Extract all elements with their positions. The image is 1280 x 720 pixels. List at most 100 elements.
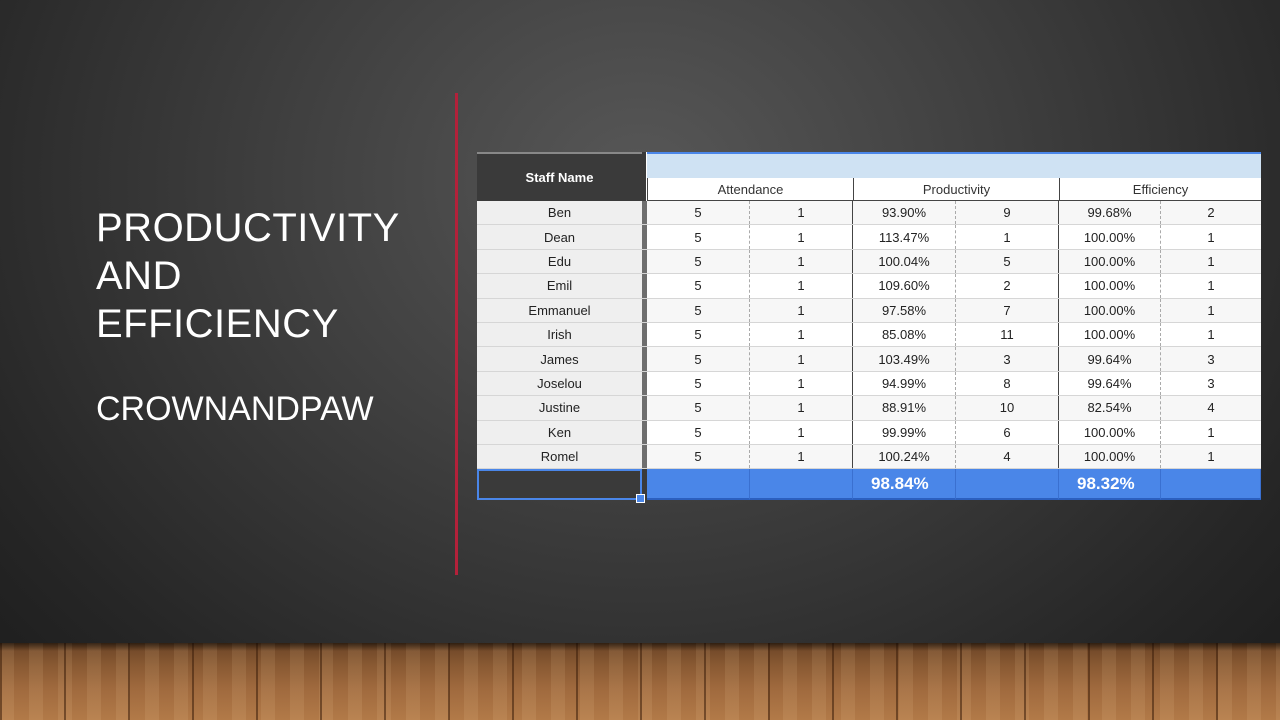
fill-handle[interactable] [636, 494, 645, 503]
attendance-rank-cell: 1 [750, 396, 853, 420]
attendance-rank-cell: 1 [750, 322, 853, 347]
table-row: Ben 5 1 93.90% 9 99.68% 2 [477, 201, 1261, 226]
staff-name-cell: James [477, 347, 647, 371]
productivity-rank-cell: 10 [956, 396, 1059, 420]
productivity-rank-cell: 3 [956, 347, 1059, 371]
productivity-cell: 103.49% [853, 347, 956, 371]
efficiency-rank-cell: 3 [1161, 347, 1261, 371]
total-productivity: 98.84% [853, 469, 956, 500]
productivity-rank-cell: 8 [956, 371, 1059, 396]
efficiency-cell: 100.00% [1059, 420, 1161, 444]
totals-row: 98.84% 98.32% [477, 469, 1261, 503]
efficiency-header: Efficiency [1059, 178, 1261, 201]
staff-name-cell: Emmanuel [477, 298, 647, 322]
selected-cell[interactable] [477, 469, 645, 503]
productivity-cell: 97.58% [853, 298, 956, 322]
staff-name-cell: Emil [477, 274, 647, 298]
staff-name-cell: Ben [477, 201, 647, 225]
total-prod-rank [956, 469, 1059, 500]
attendance-rank-cell: 1 [750, 249, 853, 274]
productivity-header: Productivity [853, 178, 1059, 201]
staff-name-cell: Irish [477, 322, 647, 347]
productivity-rank-cell: 9 [956, 201, 1059, 225]
staff-name-cell: Romel [477, 444, 647, 469]
attendance-cell: 5 [647, 225, 750, 249]
group-header-row: Attendance Productivity Efficiency [647, 178, 1261, 201]
staff-name-header: Staff Name [477, 152, 642, 201]
productivity-rank-cell: 4 [956, 444, 1059, 469]
attendance-rank-cell: 1 [750, 420, 853, 444]
attendance-cell: 5 [647, 274, 750, 298]
efficiency-rank-cell: 4 [1161, 396, 1261, 420]
efficiency-rank-cell: 1 [1207, 278, 1215, 294]
productivity-rank-cell: 11 [956, 322, 1059, 347]
efficiency-cell: 99.64% [1059, 371, 1161, 396]
efficiency-rank-cell: 1 [1207, 229, 1215, 245]
attendance-rank-cell: 1 [750, 444, 853, 469]
attendance-cell: 5 [647, 444, 750, 469]
efficiency-rank-cell: 1 [1161, 444, 1261, 469]
staff-name-cell: Edu [477, 249, 647, 274]
attendance-cell: 5 [647, 396, 750, 420]
table-row: Emil 5 1 109.60% 2 100.00% 1 [477, 274, 1261, 299]
productivity-rank-cell: 5 [956, 249, 1059, 274]
table-row: James 5 1 103.49% 3 99.64% 3 [477, 347, 1261, 372]
table-row: Justine 5 1 88.91% 10 82.54% 4 [477, 396, 1261, 421]
attendance-rank-cell: 1 [750, 225, 853, 249]
efficiency-cell: 99.68% [1059, 201, 1161, 225]
slide-subtitle: CROWNANDPAW [96, 390, 374, 428]
total-efficiency: 98.32% [1059, 469, 1161, 500]
efficiency-cell: 100.00% [1059, 444, 1161, 469]
productivity-cell: 100.04% [853, 249, 956, 274]
attendance-rank-cell: 1 [750, 371, 853, 396]
table-row: Emmanuel 5 1 97.58% 7 100.00% 1 [477, 298, 1261, 323]
attendance-cell: 5 [647, 298, 750, 322]
table-body: Ben 5 1 93.90% 9 99.68% 2 Dean 5 1 113.47% 1 100.00%… [477, 201, 1261, 470]
attendance-cell: 5 [647, 420, 750, 444]
productivity-cell: 113.47% [853, 225, 956, 249]
header-band [647, 152, 1261, 178]
staff-name-cell: Joselou [477, 371, 647, 396]
efficiency-cell: 100.00% [1059, 298, 1161, 322]
efficiency-rank-cell: 1 [1207, 424, 1215, 440]
table-row: Ken 5 1 99.99% 6 100.00% 1 [477, 420, 1261, 445]
accent-divider [455, 93, 458, 575]
attendance-rank-cell: 1 [750, 298, 853, 322]
slide-title: PRODUCTIVITY AND EFFICIENCY [96, 204, 416, 348]
table-row: Dean 5 1 113.47% 1 100.00% 1 [477, 225, 1261, 250]
efficiency-cell: 100.00% [1059, 322, 1161, 347]
attendance-header: Attendance [647, 178, 853, 201]
spreadsheet-image: Staff Name Attendance Productivity Effic… [477, 152, 1261, 503]
wood-floor [0, 643, 1280, 720]
attendance-rank-cell: 1 [750, 201, 853, 225]
productivity-rank-cell: 6 [956, 420, 1059, 444]
attendance-rank-cell: 1 [750, 274, 853, 298]
efficiency-cell: 99.64% [1059, 347, 1161, 371]
productivity-cell: 85.08% [853, 322, 956, 347]
efficiency-rank-cell: 1 [1207, 327, 1215, 343]
efficiency-rank-cell: 3 [1207, 375, 1215, 391]
efficiency-cell: 100.00% [1059, 225, 1161, 249]
staff-name-cell: Justine [477, 396, 647, 420]
efficiency-cell: 100.00% [1059, 249, 1161, 274]
table-row: Joselou 5 1 94.99% 8 99.64% 3 [477, 371, 1261, 397]
attendance-cell: 5 [647, 347, 750, 371]
table-row: Edu 5 1 100.04% 5 100.00% 1 [477, 249, 1261, 275]
attendance-cell: 5 [647, 201, 750, 225]
staff-name-cell: Ken [477, 420, 647, 444]
efficiency-cell: 82.54% [1059, 396, 1161, 420]
title-line-1: PRODUCTIVITY [96, 206, 400, 250]
title-line-3: EFFICIENCY [96, 302, 339, 346]
efficiency-rank-cell: 2 [1161, 201, 1261, 225]
attendance-cell: 5 [647, 249, 750, 274]
total-att-1 [647, 469, 750, 500]
productivity-cell: 94.99% [853, 371, 956, 396]
title-line-2: AND [96, 254, 182, 298]
productivity-cell: 100.24% [853, 444, 956, 469]
table-row: Romel 5 1 100.24% 4 100.00% 1 [477, 444, 1261, 470]
attendance-rank-cell: 1 [750, 347, 853, 371]
header-separator [642, 152, 646, 201]
attendance-cell: 5 [647, 371, 750, 396]
productivity-rank-cell: 1 [956, 225, 1059, 249]
total-att-2 [750, 469, 853, 500]
